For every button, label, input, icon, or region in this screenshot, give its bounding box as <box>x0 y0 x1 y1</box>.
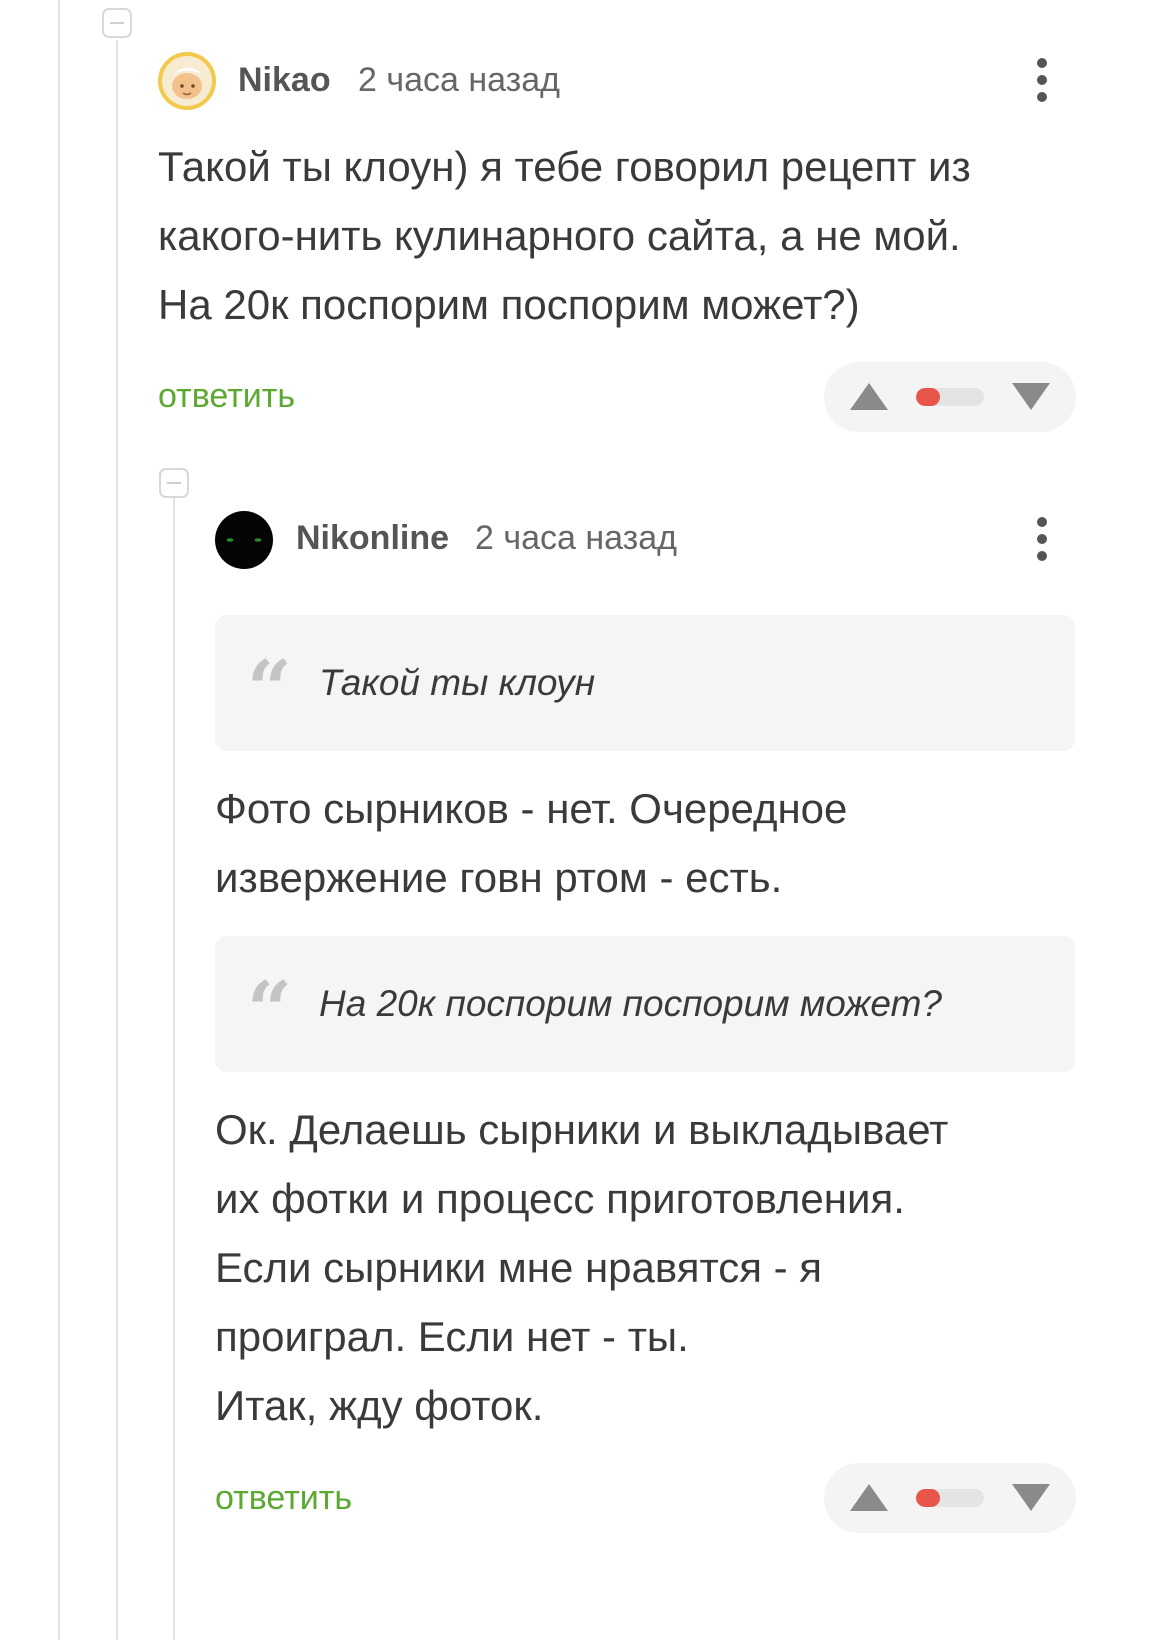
upvote-arrow-icon[interactable] <box>850 383 888 410</box>
rating-bar <box>916 388 984 406</box>
rating-negative-fill <box>916 1489 940 1507</box>
rating-negative-fill <box>916 388 940 406</box>
quote-mark-icon: “ <box>247 644 292 735</box>
rating-widget <box>824 362 1076 432</box>
comment-author[interactable]: Nikonline <box>296 518 449 558</box>
rating-widget <box>824 1463 1076 1533</box>
quote-mark-icon: “ <box>247 965 292 1056</box>
avatar-nikonline-icon[interactable] <box>215 511 273 569</box>
quote-block: “ Такой ты клоун <box>215 615 1075 751</box>
downvote-arrow-icon[interactable] <box>1012 1484 1050 1511</box>
downvote-arrow-icon[interactable] <box>1012 383 1050 410</box>
more-options-icon[interactable] <box>1034 58 1050 108</box>
comment-body: Ок. Делаешь сырники и выкладывает их фот… <box>215 1106 949 1429</box>
quote-block: “ На 20к поспорим поспорим может? <box>215 936 1075 1072</box>
comment-timestamp: 2 часа назад <box>475 519 677 557</box>
thread-line-outer <box>58 0 60 1640</box>
avatar-face-icon <box>170 67 204 99</box>
more-options-icon[interactable] <box>1034 517 1050 567</box>
comment-timestamp: 2 часа назад <box>358 61 560 99</box>
quote-text: На 20к поспорим поспорим может? <box>319 983 942 1024</box>
comment-body: Фото сырников - нет. Очередное извержени… <box>215 785 848 901</box>
reply-button[interactable]: ответить <box>215 1478 352 1518</box>
reply-button[interactable]: ответить <box>158 376 295 416</box>
avatar-eyes-icon <box>226 538 262 542</box>
comment-body: Такой ты клоун) я тебе говорил рецепт из… <box>158 143 971 328</box>
rating-bar <box>916 1489 984 1507</box>
quote-text: Такой ты клоун <box>319 662 596 703</box>
collapse-thread-button[interactable] <box>102 8 132 38</box>
thread-line-level1 <box>116 40 118 1640</box>
thread-line-level2 <box>173 498 175 1640</box>
avatar-nikao-icon[interactable] <box>158 52 216 110</box>
upvote-arrow-icon[interactable] <box>850 1484 888 1511</box>
collapse-reply-button[interactable] <box>159 468 189 498</box>
comment-author[interactable]: Nikao <box>238 60 331 100</box>
